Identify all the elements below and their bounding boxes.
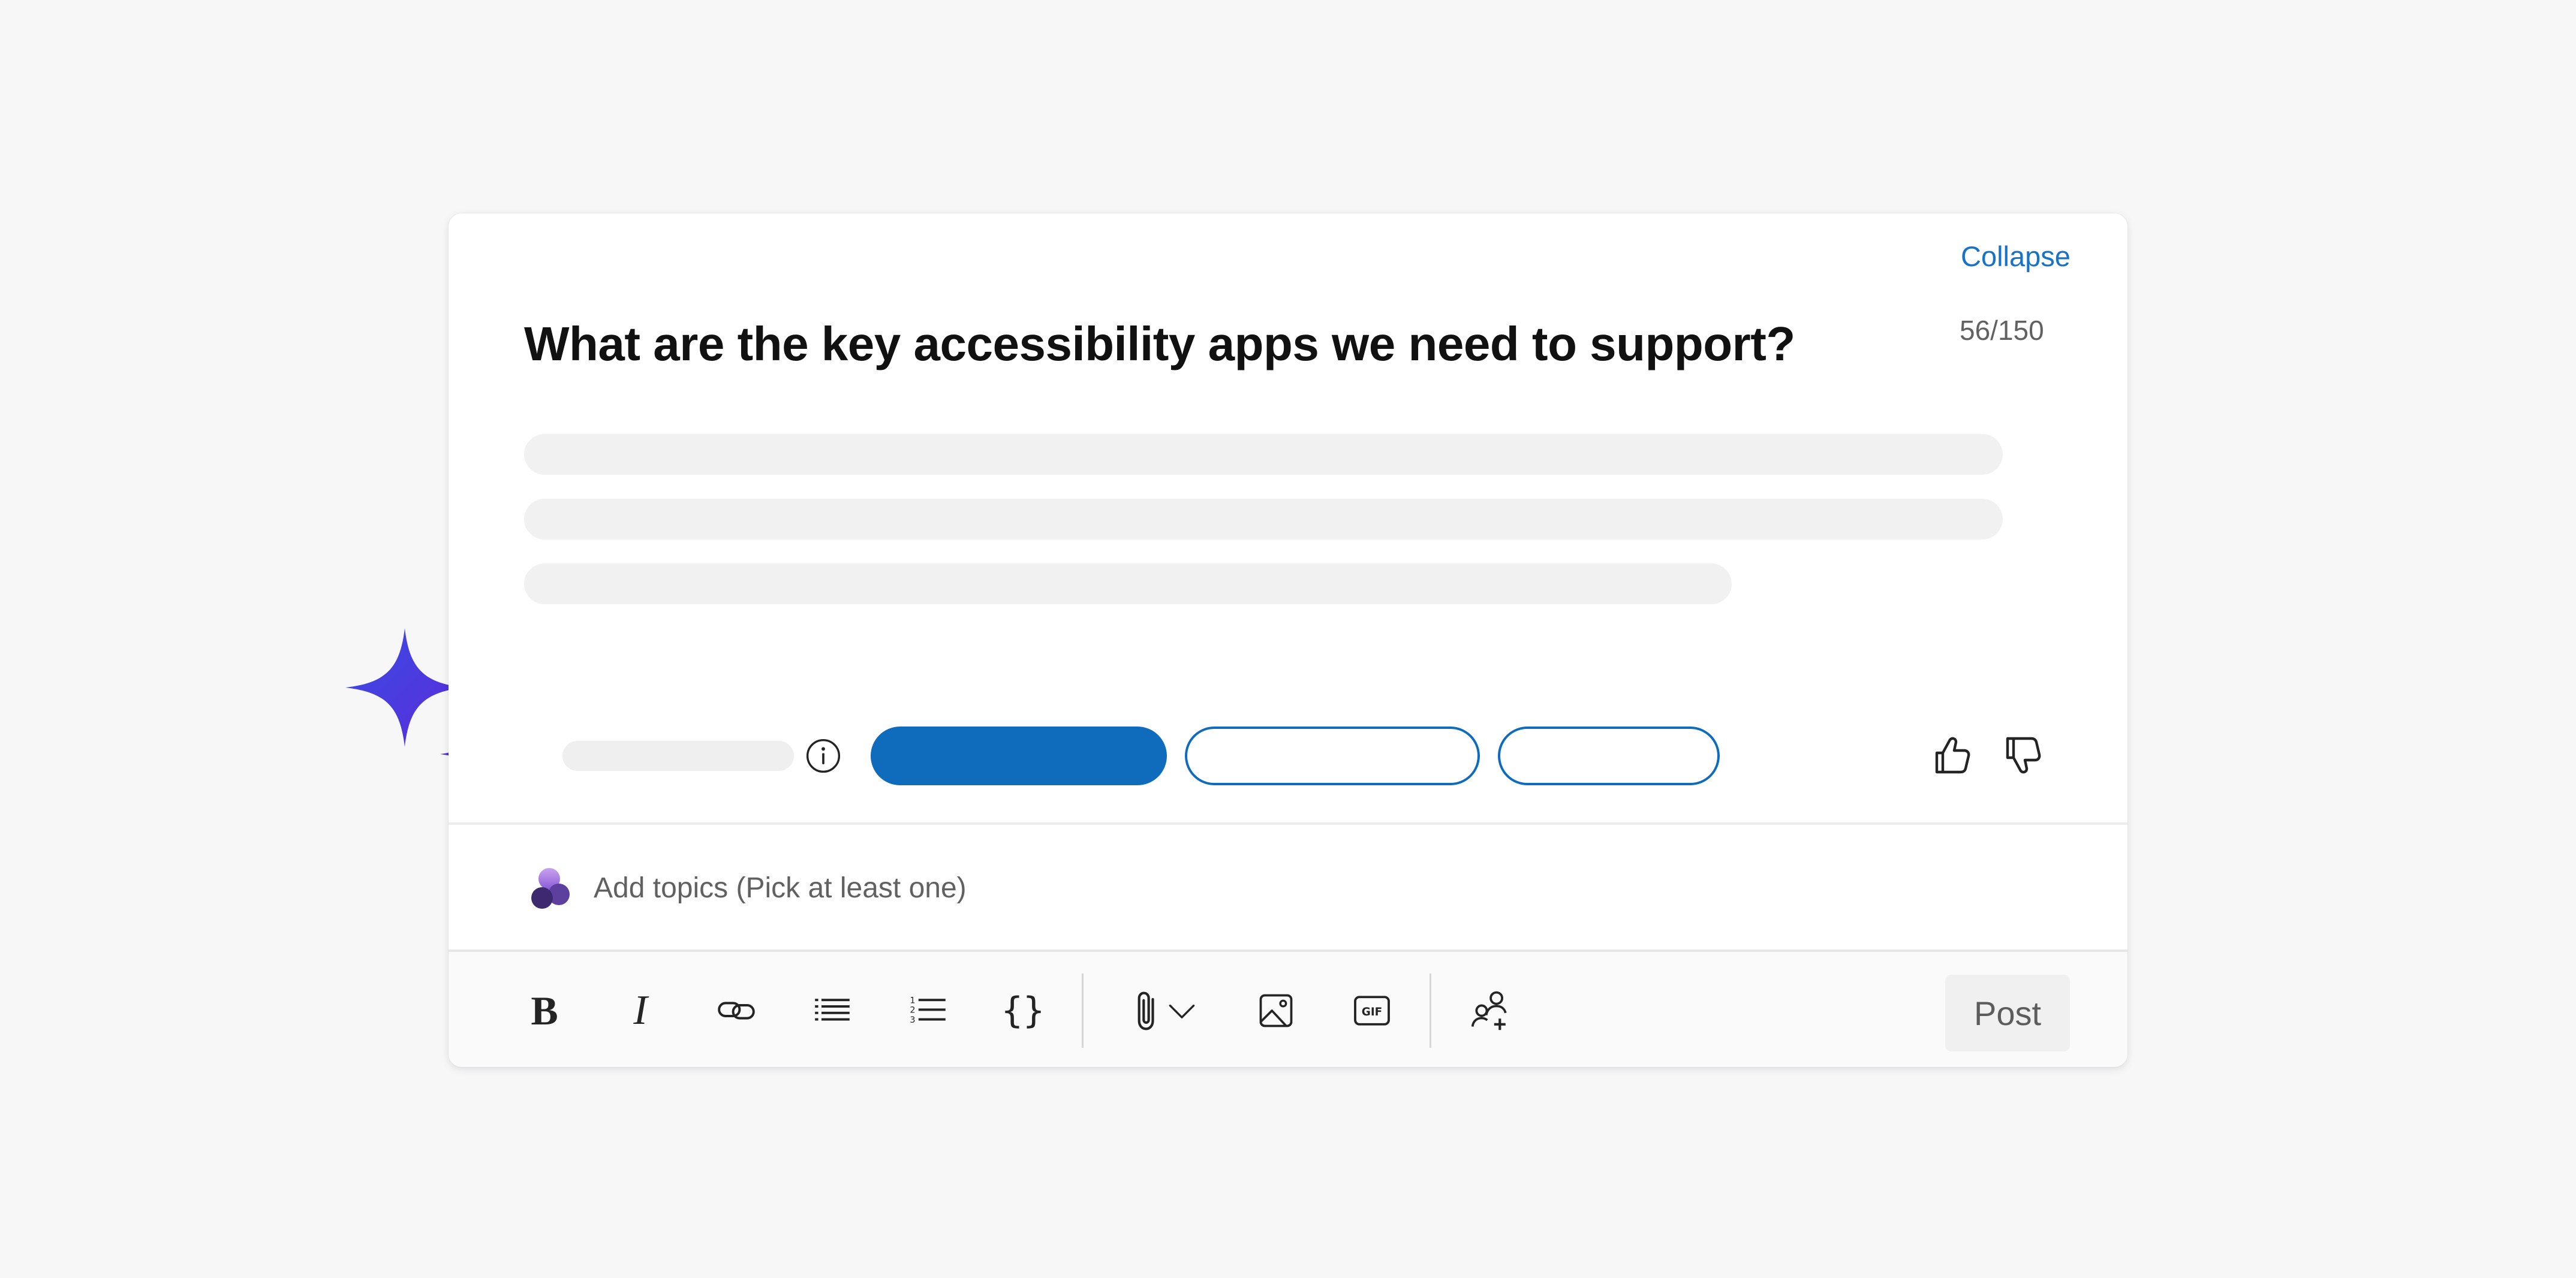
paperclip-icon bbox=[1137, 991, 1154, 1030]
add-people-icon bbox=[1471, 991, 1507, 1030]
topics-icon bbox=[531, 868, 570, 909]
thumbs-up-icon[interactable] bbox=[1927, 731, 1975, 779]
toolbar-divider bbox=[1082, 973, 1084, 1048]
formatting-toolbar: B I 1 2 3 {} GIF Post bbox=[449, 952, 2127, 1067]
gif-label: GIF bbox=[1362, 1006, 1382, 1018]
composer-card: Collapse 56/150 What are the key accessi… bbox=[449, 213, 2127, 1067]
bold-button[interactable]: B bbox=[514, 981, 574, 1041]
insert-gif-button[interactable]: GIF bbox=[1342, 981, 1402, 1041]
link-icon bbox=[718, 1002, 755, 1020]
question-title[interactable]: What are the key accessibility apps we n… bbox=[524, 317, 1795, 372]
insert-image-button[interactable] bbox=[1246, 981, 1306, 1041]
toolbar-divider bbox=[1430, 973, 1431, 1048]
svg-text:1: 1 bbox=[910, 996, 915, 1005]
add-topics-field[interactable]: Add topics (Pick at least one) bbox=[449, 825, 2127, 950]
image-icon bbox=[1259, 994, 1293, 1027]
suggestion-chip[interactable] bbox=[1498, 727, 1720, 785]
suggestion-chip[interactable] bbox=[1185, 727, 1480, 785]
link-button[interactable] bbox=[706, 981, 766, 1041]
bullet-list-button[interactable] bbox=[802, 981, 862, 1041]
italic-icon: I bbox=[633, 987, 648, 1033]
thumbs-down-icon[interactable] bbox=[1998, 731, 2046, 779]
mention-people-button[interactable] bbox=[1462, 981, 1522, 1041]
loading-placeholder-line bbox=[524, 434, 2003, 475]
numbered-list-icon: 1 2 3 bbox=[910, 996, 946, 1025]
attach-file-button[interactable] bbox=[1113, 981, 1215, 1041]
bullet-list-icon bbox=[815, 999, 850, 1021]
gif-icon: GIF bbox=[1354, 996, 1390, 1026]
bold-icon: B bbox=[531, 987, 558, 1033]
add-topics-placeholder: Add topics (Pick at least one) bbox=[594, 872, 967, 904]
character-count: 56/150 bbox=[1960, 315, 2044, 346]
loading-placeholder-source bbox=[562, 741, 794, 771]
numbered-list-button[interactable]: 1 2 3 bbox=[898, 981, 958, 1041]
code-icon: {} bbox=[1001, 990, 1045, 1032]
collapse-link[interactable]: Collapse bbox=[1961, 240, 2071, 273]
suggestion-chip-primary[interactable] bbox=[871, 727, 1167, 785]
svg-text:2: 2 bbox=[910, 1006, 915, 1015]
post-button[interactable]: Post bbox=[1945, 975, 2070, 1051]
info-icon[interactable] bbox=[805, 737, 842, 774]
code-button[interactable]: {} bbox=[993, 981, 1053, 1041]
chevron-down-icon bbox=[1169, 1004, 1195, 1018]
italic-button[interactable]: I bbox=[610, 981, 670, 1041]
svg-text:3: 3 bbox=[910, 1015, 915, 1025]
loading-placeholder-line bbox=[524, 563, 1732, 604]
loading-placeholder-line bbox=[524, 499, 2003, 539]
